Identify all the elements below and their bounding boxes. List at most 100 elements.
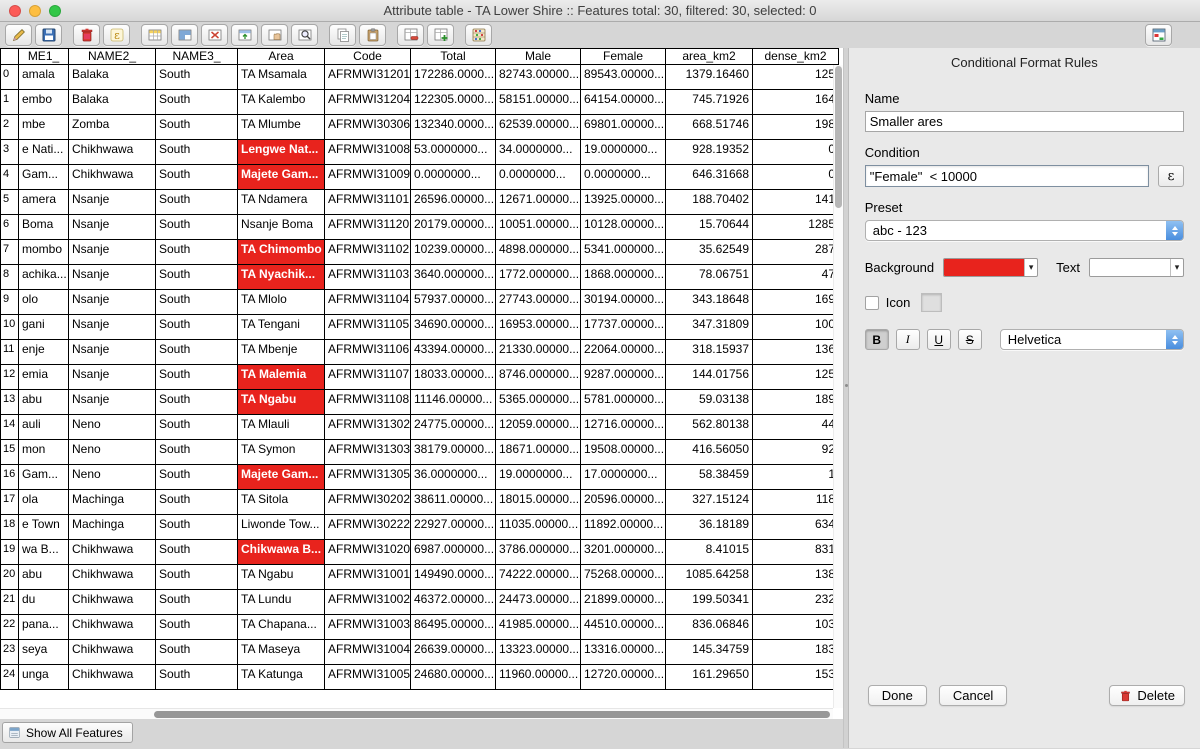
cell-dense_km2[interactable]: 141 bbox=[753, 190, 839, 215]
column-header-code[interactable]: Code bbox=[325, 49, 411, 65]
cell-female[interactable]: 13925.00000... bbox=[581, 190, 666, 215]
cell-total[interactable]: 18033.00000... bbox=[411, 365, 496, 390]
row-number[interactable]: 0 bbox=[1, 65, 19, 90]
cell-dense_km2[interactable]: 287 bbox=[753, 240, 839, 265]
cell-male[interactable]: 21330.00000... bbox=[496, 340, 581, 365]
cell-area[interactable]: Nsanje Boma bbox=[238, 215, 325, 240]
cell-female[interactable]: 30194.00000... bbox=[581, 290, 666, 315]
cell-area[interactable]: TA Ndamera bbox=[238, 190, 325, 215]
cell-name3[interactable]: South bbox=[156, 615, 238, 640]
row-number[interactable]: 4 bbox=[1, 165, 19, 190]
cell-name3[interactable]: South bbox=[156, 465, 238, 490]
cell-name3[interactable]: South bbox=[156, 390, 238, 415]
cell-area[interactable]: TA Mlauli bbox=[238, 415, 325, 440]
cell-name1[interactable]: emia bbox=[19, 365, 69, 390]
horizontal-scrollbar[interactable] bbox=[0, 708, 833, 719]
italic-button[interactable]: I bbox=[896, 329, 920, 350]
pan-to-selection-button[interactable] bbox=[261, 24, 288, 46]
cell-code[interactable]: AFRMWI30222 bbox=[325, 515, 411, 540]
cell-name2[interactable]: Chikhwawa bbox=[69, 565, 156, 590]
cell-dense_km2[interactable]: 0 bbox=[753, 165, 839, 190]
cell-male[interactable]: 8746.000000... bbox=[496, 365, 581, 390]
cell-male[interactable]: 62539.00000... bbox=[496, 115, 581, 140]
cell-male[interactable]: 58151.00000... bbox=[496, 90, 581, 115]
cell-name2[interactable]: Neno bbox=[69, 440, 156, 465]
cell-area_km2[interactable]: 318.15937 bbox=[666, 340, 753, 365]
cell-female[interactable]: 5341.000000... bbox=[581, 240, 666, 265]
cell-total[interactable]: 24680.00000... bbox=[411, 665, 496, 690]
cell-area[interactable]: TA Nyachik... bbox=[238, 265, 325, 290]
cell-code[interactable]: AFRMWI31105 bbox=[325, 315, 411, 340]
row-number[interactable]: 2 bbox=[1, 115, 19, 140]
cancel-button[interactable]: Cancel bbox=[939, 685, 1007, 706]
cell-total[interactable]: 22927.00000... bbox=[411, 515, 496, 540]
cell-name1[interactable]: embo bbox=[19, 90, 69, 115]
cell-male[interactable]: 19.0000000... bbox=[496, 465, 581, 490]
cell-dense_km2[interactable]: 136 bbox=[753, 340, 839, 365]
cell-name3[interactable]: South bbox=[156, 315, 238, 340]
cell-female[interactable]: 20596.00000... bbox=[581, 490, 666, 515]
cell-area[interactable]: TA Mlolo bbox=[238, 290, 325, 315]
cell-area_km2[interactable]: 836.06846 bbox=[666, 615, 753, 640]
cell-female[interactable]: 12716.00000... bbox=[581, 415, 666, 440]
cell-dense_km2[interactable]: 125 bbox=[753, 365, 839, 390]
cell-name2[interactable]: Zomba bbox=[69, 115, 156, 140]
cell-area[interactable]: TA Kalembo bbox=[238, 90, 325, 115]
cell-name1[interactable]: du bbox=[19, 590, 69, 615]
cell-dense_km2[interactable]: 44 bbox=[753, 415, 839, 440]
cell-code[interactable]: AFRMWI31108 bbox=[325, 390, 411, 415]
cell-name3[interactable]: South bbox=[156, 515, 238, 540]
cell-name2[interactable]: Chikhwawa bbox=[69, 140, 156, 165]
cell-dense_km2[interactable]: 153 bbox=[753, 665, 839, 690]
cell-male[interactable]: 18015.00000... bbox=[496, 490, 581, 515]
cell-area_km2[interactable]: 59.03138 bbox=[666, 390, 753, 415]
cell-code[interactable]: AFRMWI31107 bbox=[325, 365, 411, 390]
cell-name1[interactable]: Gam... bbox=[19, 165, 69, 190]
cell-male[interactable]: 4898.000000... bbox=[496, 240, 581, 265]
close-button[interactable] bbox=[9, 5, 21, 17]
cell-female[interactable]: 44510.00000... bbox=[581, 615, 666, 640]
cell-area_km2[interactable]: 562.80138 bbox=[666, 415, 753, 440]
vertical-scrollbar[interactable] bbox=[833, 65, 843, 708]
cell-dense_km2[interactable]: 118 bbox=[753, 490, 839, 515]
cell-total[interactable]: 172286.0000... bbox=[411, 65, 496, 90]
cell-code[interactable]: AFRMWI31103 bbox=[325, 265, 411, 290]
new-field-button[interactable] bbox=[427, 24, 454, 46]
cell-dense_km2[interactable]: 1285 bbox=[753, 215, 839, 240]
cell-area_km2[interactable]: 15.70644 bbox=[666, 215, 753, 240]
cell-code[interactable]: AFRMWI31020 bbox=[325, 540, 411, 565]
cell-total[interactable]: 46372.00000... bbox=[411, 590, 496, 615]
cell-name2[interactable]: Nsanje bbox=[69, 265, 156, 290]
cell-code[interactable]: AFRMWI31009 bbox=[325, 165, 411, 190]
cell-name1[interactable]: abu bbox=[19, 565, 69, 590]
cell-area[interactable]: TA Chimombo bbox=[238, 240, 325, 265]
cell-name3[interactable]: South bbox=[156, 665, 238, 690]
rule-name-input[interactable] bbox=[865, 111, 1184, 132]
cell-area[interactable]: TA Sitola bbox=[238, 490, 325, 515]
cell-female[interactable]: 13316.00000... bbox=[581, 640, 666, 665]
cell-male[interactable]: 27743.00000... bbox=[496, 290, 581, 315]
cell-total[interactable]: 0.0000000... bbox=[411, 165, 496, 190]
cell-total[interactable]: 122305.0000... bbox=[411, 90, 496, 115]
cell-area[interactable]: TA Symon bbox=[238, 440, 325, 465]
condition-input[interactable] bbox=[865, 165, 1149, 187]
cell-area_km2[interactable]: 416.56050 bbox=[666, 440, 753, 465]
cell-code[interactable]: AFRMWI31204 bbox=[325, 90, 411, 115]
row-number[interactable]: 19 bbox=[1, 540, 19, 565]
cell-female[interactable]: 21899.00000... bbox=[581, 590, 666, 615]
cell-name2[interactable]: Machinga bbox=[69, 490, 156, 515]
cell-total[interactable]: 34690.00000... bbox=[411, 315, 496, 340]
cell-name1[interactable]: amera bbox=[19, 190, 69, 215]
cell-name3[interactable]: South bbox=[156, 190, 238, 215]
cell-dense_km2[interactable]: 138 bbox=[753, 565, 839, 590]
cell-female[interactable]: 10128.00000... bbox=[581, 215, 666, 240]
cell-name3[interactable]: South bbox=[156, 65, 238, 90]
cell-name1[interactable]: amala bbox=[19, 65, 69, 90]
select-all-button[interactable] bbox=[141, 24, 168, 46]
cell-name3[interactable]: South bbox=[156, 490, 238, 515]
cell-name1[interactable]: mon bbox=[19, 440, 69, 465]
column-header-area_km2[interactable]: area_km2 bbox=[666, 49, 753, 65]
cell-area_km2[interactable]: 928.19352 bbox=[666, 140, 753, 165]
horizontal-scrollbar-thumb[interactable] bbox=[154, 711, 830, 718]
row-number[interactable]: 24 bbox=[1, 665, 19, 690]
